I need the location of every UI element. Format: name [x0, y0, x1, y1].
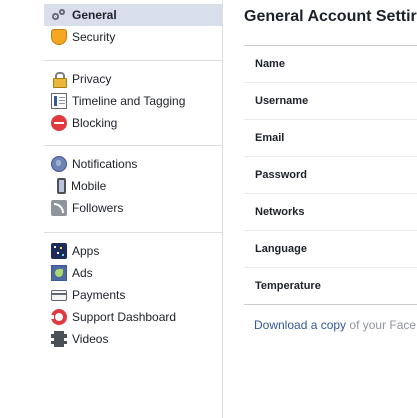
apps-icon	[51, 243, 67, 259]
block-icon	[51, 115, 67, 131]
rss-icon	[51, 200, 67, 216]
sidebar-item-label: Timeline and Tagging	[72, 94, 186, 108]
sidebar-item-ads[interactable]: Ads	[44, 262, 223, 284]
sidebar-item-label: Privacy	[72, 72, 112, 86]
settings-row-label: Temperature	[255, 280, 321, 292]
settings-row-label: Networks	[255, 206, 305, 218]
download-copy-suffix: of your Face	[346, 318, 417, 332]
sidebar-item-label: Followers	[72, 201, 124, 215]
nav-group-privacy: Privacy Timeline and Tagging Blocking	[44, 68, 223, 134]
sidebar-item-timeline-and-tagging[interactable]: Timeline and Tagging	[44, 90, 223, 112]
settings-table: Name Username Email Password Networks La…	[244, 45, 417, 305]
sidebar-item-label: Mobile	[71, 179, 107, 193]
sidebar-item-videos[interactable]: Videos	[44, 328, 223, 350]
sidebar-item-blocking[interactable]: Blocking	[44, 112, 223, 134]
sidebar-divider	[44, 145, 223, 146]
film-icon	[51, 331, 67, 347]
sidebar-item-label: General	[72, 8, 117, 22]
sidebar-item-followers[interactable]: Followers	[44, 197, 223, 219]
nav-group-account: General Security	[44, 4, 223, 48]
sidebar-item-mobile[interactable]: Mobile	[44, 175, 223, 197]
settings-row-label: Username	[255, 95, 309, 107]
settings-row-networks[interactable]: Networks	[244, 194, 417, 231]
settings-main: General Account Settir Name Username Ema…	[223, 0, 417, 418]
sidebar-item-label: Videos	[72, 332, 109, 346]
sidebar-divider	[44, 60, 223, 61]
nav-group-apps: Apps Ads Payments Support Dashboard Vide…	[44, 240, 223, 350]
sidebar-item-general[interactable]: General	[44, 4, 223, 26]
settings-row-label: Language	[255, 243, 307, 255]
mobile-icon	[57, 178, 66, 194]
sidebar-item-apps[interactable]: Apps	[44, 240, 223, 262]
lock-icon	[51, 71, 67, 88]
timeline-icon	[51, 93, 67, 109]
sidebar-item-notifications[interactable]: Notifications	[44, 153, 223, 175]
settings-row-label: Email	[255, 132, 285, 144]
sidebar-item-label: Notifications	[72, 157, 138, 171]
settings-row-language[interactable]: Language	[244, 231, 417, 268]
download-copy-text: Download a copy of your Face	[254, 318, 416, 332]
globe-icon	[51, 156, 67, 172]
settings-row-name[interactable]: Name	[244, 46, 417, 83]
sidebar-divider	[44, 232, 223, 233]
sidebar-item-payments[interactable]: Payments	[44, 284, 223, 306]
lifering-icon	[51, 309, 73, 325]
settings-sidebar: General Security Privacy Timeline and Ta…	[0, 0, 224, 418]
ads-icon	[51, 265, 67, 281]
page-title: General Account Settir	[244, 8, 417, 25]
sidebar-item-privacy[interactable]: Privacy	[44, 68, 223, 90]
sidebar-item-label: Payments	[72, 288, 126, 302]
settings-row-email[interactable]: Email	[244, 120, 417, 157]
settings-row-label: Password	[255, 169, 307, 181]
sidebar-item-label: Apps	[72, 244, 100, 258]
credit-card-icon	[51, 289, 67, 301]
settings-row-temperature[interactable]: Temperature	[244, 268, 417, 305]
shield-icon	[51, 29, 67, 45]
sidebar-item-label: Security	[72, 30, 116, 44]
gear-icon	[51, 7, 67, 23]
settings-row-password[interactable]: Password	[244, 157, 417, 194]
sidebar-item-label: Support Dashboard	[72, 310, 177, 324]
sidebar-item-label: Ads	[72, 266, 93, 280]
download-copy-link[interactable]: Download a copy	[254, 318, 346, 332]
settings-row-label: Name	[255, 58, 285, 70]
settings-row-username[interactable]: Username	[244, 83, 417, 120]
sidebar-item-security[interactable]: Security	[44, 26, 223, 48]
sidebar-item-support-dashboard[interactable]: Support Dashboard	[44, 306, 223, 328]
nav-group-notifications: Notifications Mobile Followers	[44, 153, 223, 219]
sidebar-item-label: Blocking	[72, 116, 118, 130]
